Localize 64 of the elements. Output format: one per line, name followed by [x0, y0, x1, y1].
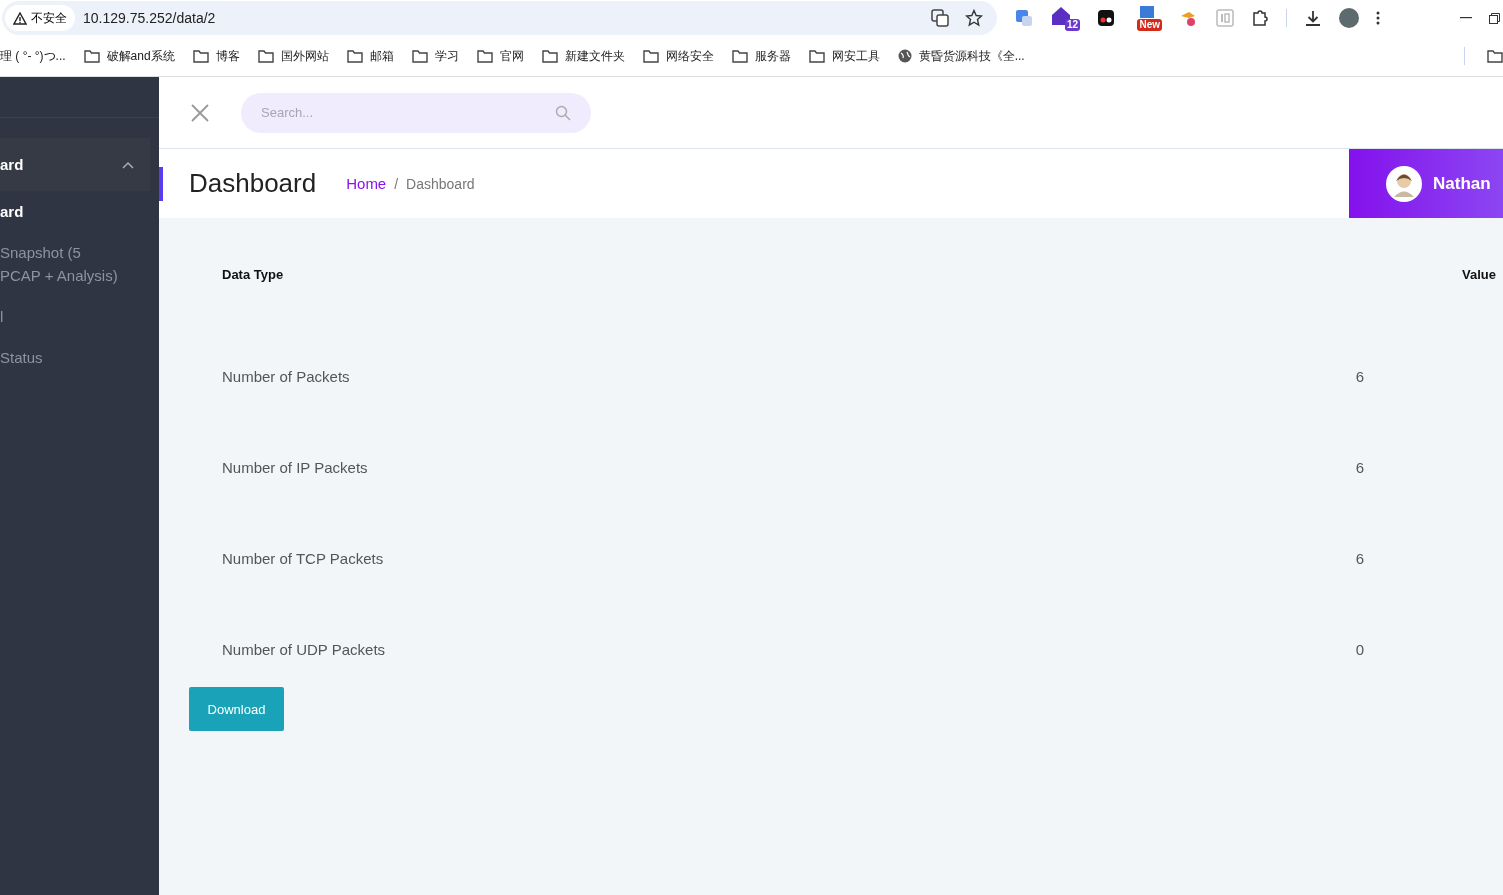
- extension-badge: 12: [1064, 19, 1080, 31]
- restore-icon[interactable]: [1489, 12, 1500, 24]
- folder-icon: [541, 49, 558, 63]
- puzzle-icon[interactable]: [1251, 9, 1269, 27]
- bookmark[interactable]: 破解and系统: [83, 47, 175, 65]
- breadcrumb-separator: /: [394, 175, 399, 192]
- sidebar-group[interactable]: ard: [0, 138, 150, 191]
- minimize-icon[interactable]: [1460, 17, 1472, 19]
- table-cell: Number of Packets: [222, 368, 350, 385]
- bookmark[interactable]: 服务器: [731, 47, 791, 65]
- bookmark[interactable]: 理 ( °- °)つ...: [0, 47, 66, 65]
- folder-icon: [192, 49, 209, 63]
- folder-icon: [257, 49, 274, 63]
- security-label: 不安全: [31, 9, 67, 27]
- profile-avatar-icon[interactable]: [1339, 8, 1359, 28]
- bookmark[interactable]: 黄昏货源科技《全...: [897, 47, 1025, 65]
- table-cell: Number of TCP Packets: [222, 550, 384, 567]
- address-bar[interactable]: 不安全 10.129.75.252/data/2: [2, 1, 997, 35]
- bookmark[interactable]: 博客: [192, 47, 240, 65]
- url-text: 10.129.75.252/data/2: [83, 10, 216, 26]
- table-cell: 0: [1355, 641, 1364, 658]
- extension-badge: New: [1137, 19, 1162, 31]
- breadcrumb-link[interactable]: Home: [346, 175, 387, 192]
- user-menu[interactable]: Nathan: [1349, 149, 1503, 218]
- bookmark[interactable]: 邮箱: [346, 47, 394, 65]
- table-cell: Number of IP Packets: [222, 459, 368, 476]
- folder-icon: [808, 49, 825, 63]
- dice-extension-icon[interactable]: [1097, 9, 1115, 27]
- bookmark[interactable]: 网络安全: [642, 47, 714, 65]
- bookmark[interactable]: 学习: [411, 47, 459, 65]
- folder-icon: [731, 49, 748, 63]
- search-field[interactable]: Search...: [241, 92, 591, 133]
- download-icon[interactable]: [1304, 9, 1322, 27]
- sidebar-item[interactable]: l: [0, 296, 159, 337]
- table-cell: Number of UDP Packets: [222, 641, 386, 658]
- table-cell: 6: [1355, 368, 1364, 385]
- globe-icon: [897, 49, 912, 63]
- folder-icon: [346, 49, 363, 63]
- folder-icon: [476, 49, 493, 63]
- close-icon[interactable]: [191, 103, 209, 122]
- bookmark[interactable]: 官网: [476, 47, 524, 65]
- folder-icon[interactable]: [1487, 49, 1503, 63]
- sidebar-item[interactable]: Status: [0, 337, 159, 378]
- search-icon: [555, 104, 571, 121]
- breadcrumb-current: Dashboard: [406, 175, 475, 192]
- bookmark[interactable]: 国外网站: [257, 47, 329, 65]
- star-icon[interactable]: [965, 9, 983, 27]
- more-icon[interactable]: [1376, 11, 1380, 25]
- folder-icon: [83, 49, 100, 63]
- column-header: Data Type: [222, 267, 284, 282]
- folder-icon: [642, 49, 659, 63]
- sidebar-item[interactable]: Snapshot (5 PCAP + Analysis): [0, 232, 159, 296]
- table-cell: 6: [1355, 459, 1364, 476]
- bookmark[interactable]: 新建文件夹: [541, 47, 625, 65]
- security-chip[interactable]: 不安全: [5, 5, 75, 31]
- table-cell: 6: [1355, 550, 1364, 567]
- sidebar-item[interactable]: ard: [0, 191, 159, 232]
- avatar-icon: [1386, 165, 1422, 202]
- warning-icon: [13, 11, 27, 25]
- folder-icon: [411, 49, 428, 63]
- column-header: Value: [1462, 267, 1496, 282]
- bookmark[interactable]: 网安工具: [808, 47, 880, 65]
- page-title: Dashboard: [189, 168, 317, 199]
- chevron-up-icon: [122, 160, 134, 169]
